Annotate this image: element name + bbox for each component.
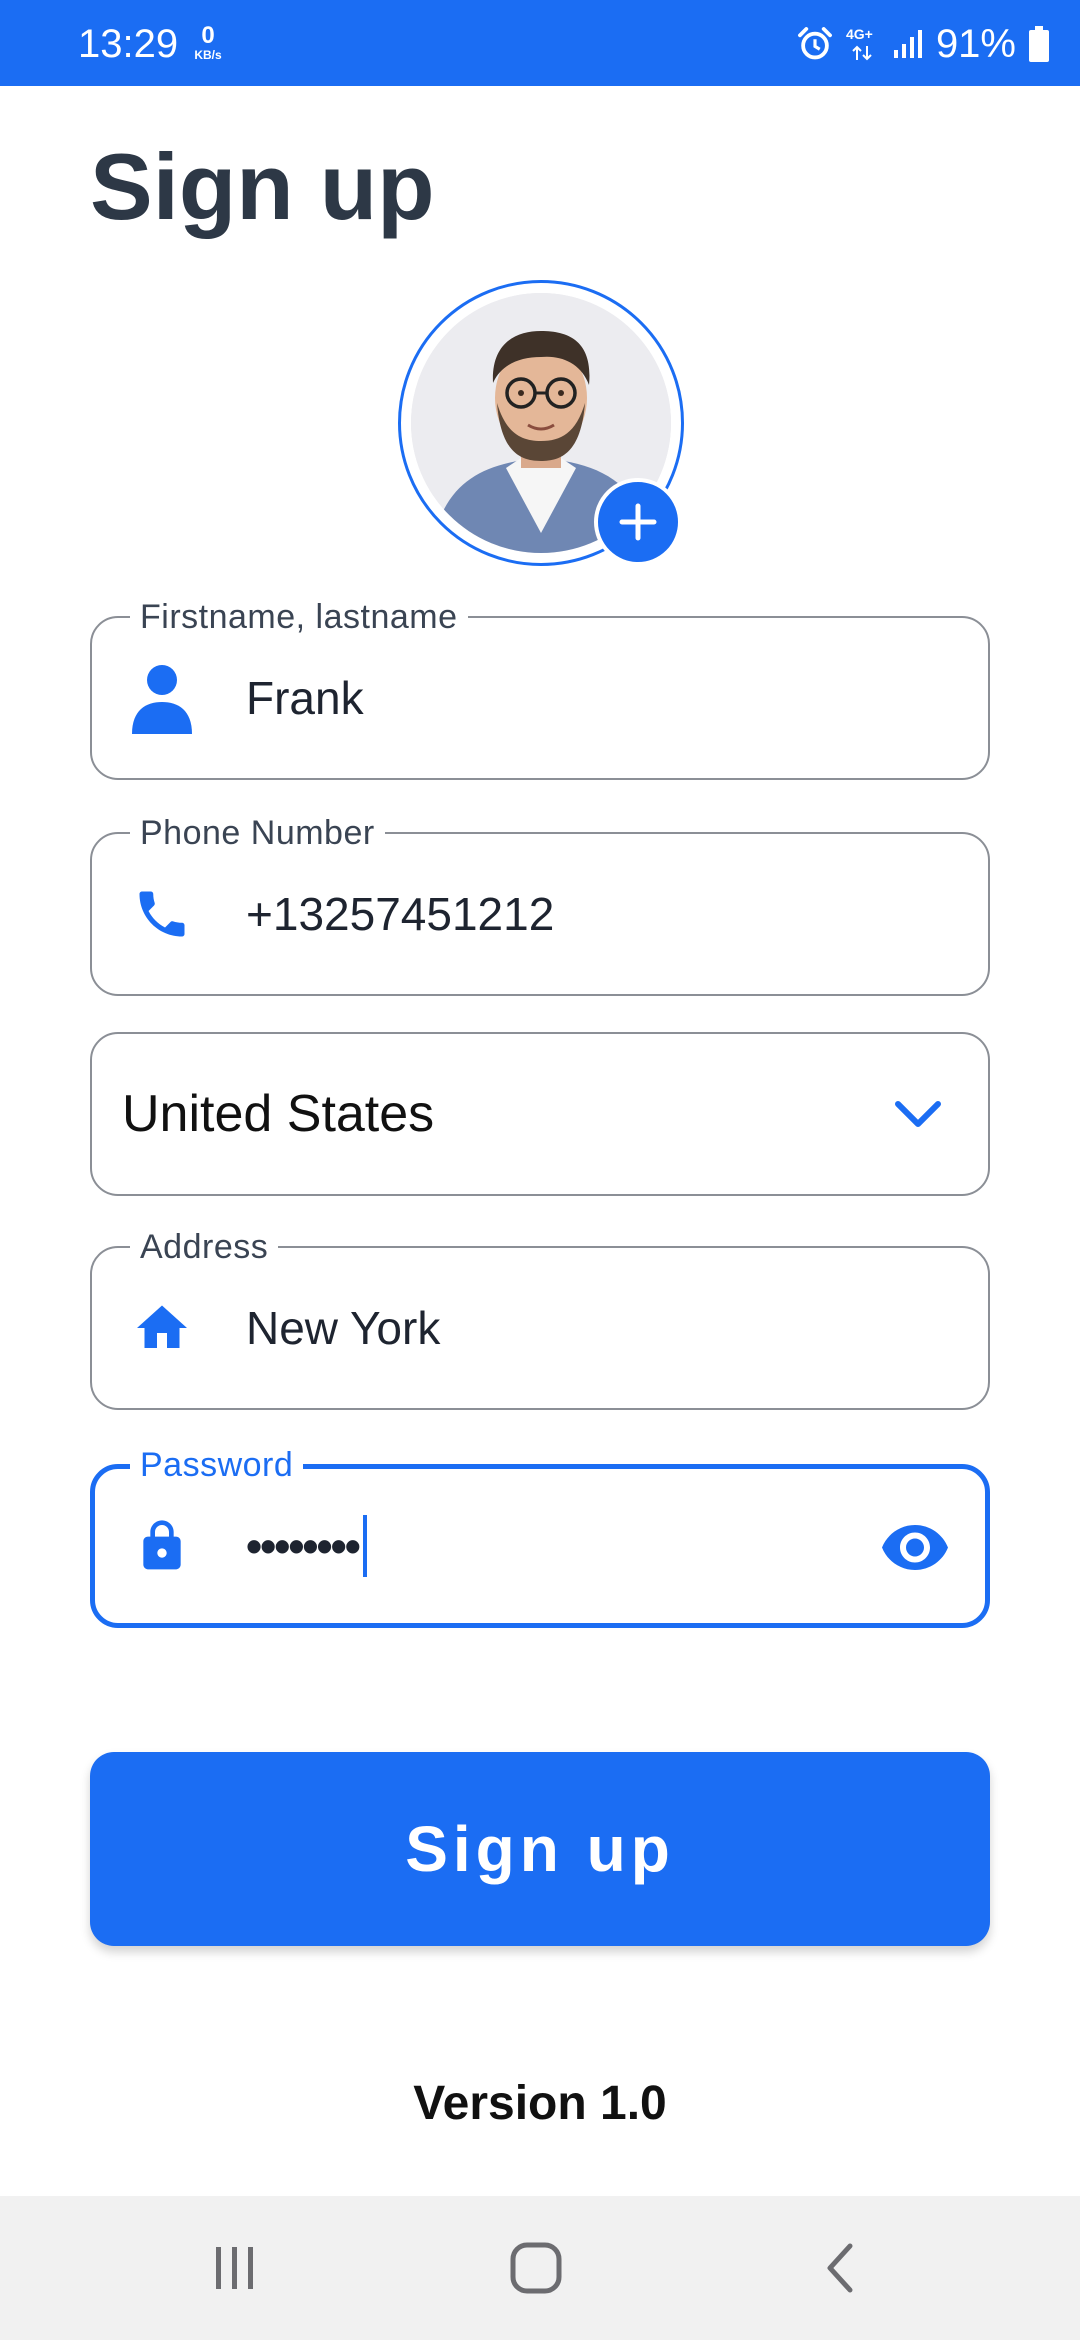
signal-icon (893, 30, 922, 58)
person-icon (130, 665, 194, 734)
version-label: Version 1.0 (413, 2077, 667, 2130)
address-field-label: Address (130, 1227, 279, 1267)
password-field-value: •••••••• (246, 1515, 367, 1577)
name-field-value: Frank (246, 672, 364, 724)
text-cursor (362, 1515, 367, 1577)
battery-icon (1029, 26, 1049, 62)
name-field[interactable]: Firstname, lastname Frank (90, 597, 990, 780)
home-button-icon (510, 2242, 562, 2294)
status-time: 13:29 (78, 22, 179, 66)
name-field-label: Firstname, lastname (130, 597, 468, 637)
address-field[interactable]: Address New York (90, 1227, 990, 1410)
password-masked-text: •••••••• (246, 1520, 361, 1572)
password-field[interactable]: Password •••••••• (90, 1445, 990, 1628)
chevron-down-icon (888, 1089, 948, 1139)
network-speed-value: 0 (201, 22, 215, 49)
country-select-value: United States (122, 1085, 435, 1143)
phone-field[interactable]: Phone Number +13257451212 (90, 813, 990, 996)
phone-field-value: +13257451212 (246, 888, 555, 940)
recent-apps-icon (216, 2247, 253, 2289)
phone-field-label: Phone Number (130, 813, 385, 853)
network-speed: 0 KB/s (188, 22, 228, 62)
recent-apps-button[interactable] (190, 2236, 280, 2300)
add-photo-button[interactable] (594, 478, 682, 566)
password-field-label: Password (130, 1445, 304, 1485)
home-button[interactable] (491, 2236, 581, 2300)
address-field-value: New York (246, 1302, 441, 1354)
home-icon (130, 1296, 194, 1360)
add-photo-icon (619, 503, 657, 541)
network-speed-unit: KB/s (194, 48, 222, 62)
data-arrows-icon (852, 45, 872, 61)
page-title: Sign up (90, 134, 435, 239)
back-icon (827, 2243, 853, 2293)
back-button[interactable] (795, 2236, 885, 2300)
battery-percent: 91% (935, 22, 1016, 66)
phone-icon (130, 882, 194, 946)
eye-icon (882, 1525, 948, 1570)
toggle-password-visibility-button[interactable] (875, 1514, 955, 1578)
network-4g-icon: 4G+ (846, 24, 880, 64)
signup-button[interactable]: Sign up (90, 1752, 990, 1946)
alarm-icon (797, 27, 832, 60)
country-select[interactable]: United States (90, 1032, 990, 1196)
status-indicators: 4G+ 91% (796, 20, 1050, 68)
status-bar: 13:29 0 KB/s 4G+ 91% (0, 0, 1080, 86)
lock-icon (130, 1514, 194, 1578)
network-type-label: 4G+ (845, 26, 873, 42)
avatar-picker[interactable] (398, 280, 684, 566)
system-nav-bar (0, 2196, 1080, 2340)
